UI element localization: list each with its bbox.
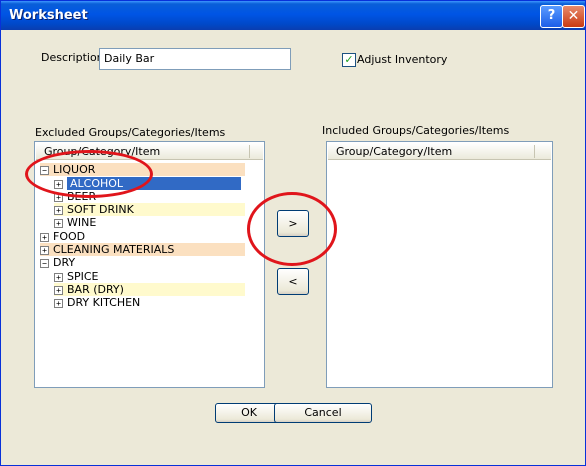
- excluded-tree[interactable]: Group/Category/Item − LIQUOR + ALCOHOL + BE…: [34, 141, 265, 388]
- tree-item-bar-dry[interactable]: + BAR (DRY): [54, 283, 245, 296]
- included-column-header[interactable]: Group/Category/Item: [328, 143, 551, 160]
- tree-item-label: ALCOHOL: [67, 177, 241, 190]
- tree-item-label: DRY: [53, 256, 76, 269]
- title-bar[interactable]: Worksheet ? ✕: [1, 1, 585, 30]
- excluded-column-title: Group/Category/Item: [44, 145, 161, 158]
- adjust-inventory-checkbox[interactable]: ✓: [342, 53, 356, 67]
- collapse-icon[interactable]: −: [40, 258, 49, 268]
- included-list-label: Included Groups/Categories/Items: [322, 124, 510, 137]
- tree-item-label: WINE: [67, 216, 97, 229]
- tree-item-dry-kitchen[interactable]: + DRY KITCHEN: [54, 296, 245, 309]
- tree-item-soft-drink[interactable]: + SOFT DRINK: [54, 203, 245, 216]
- tree-item-beer[interactable]: + BEER: [54, 190, 245, 203]
- expand-icon[interactable]: +: [54, 285, 63, 295]
- tree-item-label: SOFT DRINK: [67, 203, 134, 216]
- included-column-title: Group/Category/Item: [336, 145, 453, 158]
- tree-item-spice[interactable]: + SPICE: [54, 270, 245, 283]
- help-button[interactable]: ?: [540, 5, 563, 28]
- included-list[interactable]: Group/Category/Item: [326, 141, 553, 388]
- description-input[interactable]: Daily Bar: [99, 48, 291, 70]
- tree-item-cleaning-materials[interactable]: + CLEANING MATERIALS: [40, 243, 245, 256]
- expand-icon[interactable]: +: [54, 179, 63, 189]
- expand-icon[interactable]: +: [54, 192, 63, 202]
- expand-icon[interactable]: +: [54, 298, 63, 308]
- expand-icon[interactable]: +: [54, 205, 63, 215]
- tree-item-label: FOOD: [53, 230, 86, 243]
- tree-item-wine[interactable]: + WINE: [54, 216, 245, 229]
- cancel-button[interactable]: Cancel: [274, 403, 372, 423]
- tree-item-food[interactable]: + FOOD: [40, 230, 245, 243]
- remove-from-included-button[interactable]: <: [277, 268, 309, 295]
- dialog-body: Description Daily Bar ✓ Adjust Inventory…: [4, 30, 582, 462]
- tree-item-label: CLEANING MATERIALS: [53, 243, 175, 256]
- tree-item-label: SPICE: [67, 270, 99, 283]
- excluded-column-header[interactable]: Group/Category/Item: [36, 143, 263, 160]
- add-to-included-button[interactable]: >: [277, 210, 309, 237]
- expand-icon[interactable]: +: [40, 245, 49, 255]
- tree-item-label: BEER: [67, 190, 97, 203]
- collapse-icon[interactable]: −: [40, 165, 49, 175]
- expand-icon[interactable]: +: [54, 272, 63, 282]
- expand-icon[interactable]: +: [40, 232, 49, 242]
- tree-item-dry[interactable]: − DRY: [40, 256, 245, 269]
- tree-item-label: BAR (DRY): [67, 283, 124, 296]
- tree-item-label: DRY KITCHEN: [67, 296, 141, 309]
- window-title: Worksheet: [9, 8, 88, 23]
- tree-item-alcohol[interactable]: + ALCOHOL: [54, 177, 245, 190]
- expand-icon[interactable]: +: [54, 218, 63, 228]
- close-button[interactable]: ✕: [562, 5, 585, 28]
- description-label: Description: [41, 51, 104, 64]
- adjust-inventory-label[interactable]: Adjust Inventory: [357, 53, 447, 66]
- worksheet-dialog: Worksheet ? ✕ Description Daily Bar ✓ Ad…: [0, 0, 586, 466]
- excluded-list-label: Excluded Groups/Categories/Items: [35, 126, 226, 139]
- tree-item-label: LIQUOR: [53, 163, 96, 176]
- tree-item-liquor[interactable]: − LIQUOR: [40, 163, 245, 176]
- ok-button[interactable]: OK: [215, 403, 283, 423]
